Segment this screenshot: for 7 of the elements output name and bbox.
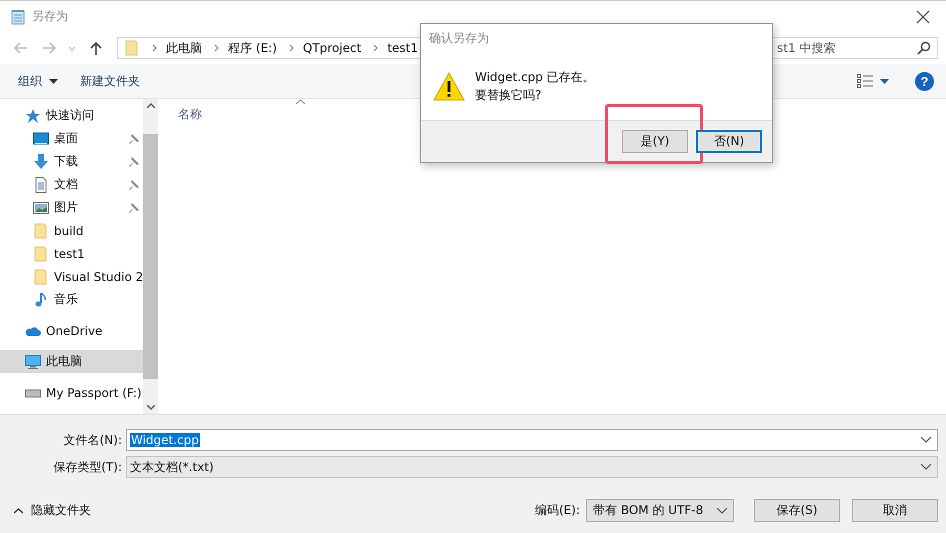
window-title: 另存为 xyxy=(32,8,68,25)
encoding-label: 编码(E): xyxy=(535,502,580,519)
field-label: 文件名(N): xyxy=(62,432,123,448)
dialog-message: Widget.cpp 已存在。 xyxy=(475,69,595,85)
dialog-title: 确认另存为 xyxy=(428,30,490,46)
field-label: 保存类型(T): xyxy=(52,458,123,476)
dialog-message: 要替换它吗? xyxy=(475,87,542,103)
